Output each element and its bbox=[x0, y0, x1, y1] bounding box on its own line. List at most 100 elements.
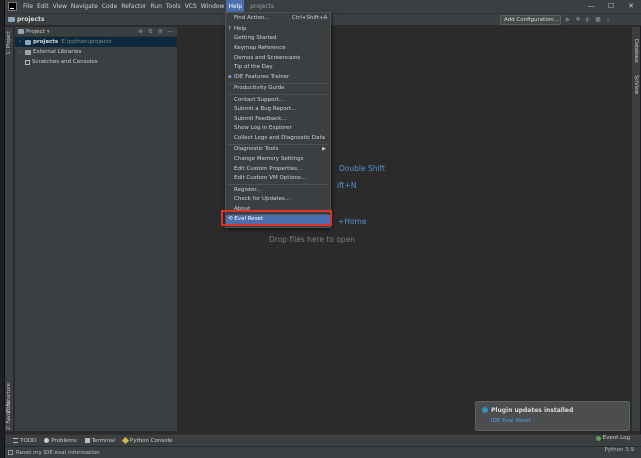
problems-icon bbox=[44, 438, 50, 443]
menu-item-collect-logs[interactable]: Collect Logs and Diagnostic Data bbox=[226, 134, 330, 143]
menu-item-demos[interactable]: Demos and Screencasts bbox=[226, 54, 330, 63]
help-dropdown-menu: Find Action... Ctrl+Shift+A ? Help Getti… bbox=[225, 12, 331, 228]
project-tool-tab[interactable]: 1: Project bbox=[6, 31, 12, 55]
plugin-update-notification: Plugin updates installed IDE Eval Reset bbox=[475, 401, 630, 431]
coverage-icon[interactable]: ◐ bbox=[585, 16, 591, 23]
tree-item-label: External Libraries bbox=[33, 49, 82, 55]
menu-separator bbox=[228, 94, 328, 95]
python-console-tool-button[interactable]: Python Console bbox=[121, 436, 173, 445]
menu-view[interactable]: View bbox=[51, 0, 69, 13]
python-icon bbox=[121, 436, 129, 445]
pycharm-logo-icon bbox=[8, 2, 17, 11]
right-tool-stripe: Database SciView bbox=[631, 27, 640, 431]
debug-icon[interactable]: ✱ bbox=[575, 16, 581, 23]
menu-item-help[interactable]: ? Help bbox=[226, 25, 330, 34]
menu-item-show-log[interactable]: Show Log in Explorer bbox=[226, 124, 330, 133]
info-icon bbox=[482, 407, 488, 413]
python-console-label: Python Console bbox=[129, 437, 173, 444]
library-icon bbox=[25, 49, 31, 55]
navigation-bar-shortcut: +Home bbox=[338, 217, 367, 226]
tree-item-label: Scratches and Consoles bbox=[32, 59, 98, 65]
shortcut-label: Ctrl+Shift+A bbox=[292, 15, 328, 21]
goto-file-shortcut: ift+N bbox=[337, 181, 357, 190]
event-log-label: Event Log bbox=[602, 435, 630, 441]
menu-item-ide-features-trainer[interactable]: ▪ IDE Features Trainer bbox=[226, 73, 330, 82]
menu-item-getting-started[interactable]: Getting Started bbox=[226, 34, 330, 43]
menu-item-find-action[interactable]: Find Action... Ctrl+Shift+A bbox=[226, 14, 330, 23]
sciview-tool-tab[interactable]: SciView bbox=[633, 75, 639, 94]
locate-icon[interactable]: ⊕ bbox=[138, 29, 143, 35]
todo-tool-button[interactable]: TODO bbox=[13, 438, 36, 444]
menu-tools[interactable]: Tools bbox=[164, 0, 183, 13]
scratches-icon bbox=[25, 59, 30, 65]
menu-item-check-updates[interactable]: Check for Updates... bbox=[226, 195, 330, 204]
gear-icon[interactable]: ⚙ bbox=[158, 29, 163, 35]
left-tool-stripe: 1: Project Z: Structure 2: Favorites bbox=[5, 27, 14, 431]
menu-item-register[interactable]: Register... bbox=[226, 186, 330, 195]
menu-file[interactable]: File bbox=[21, 0, 35, 13]
python-interpreter-indicator[interactable]: Python 3.9 bbox=[604, 447, 634, 453]
list-icon bbox=[13, 438, 18, 443]
help-icon: ? bbox=[228, 26, 231, 32]
menu-item-tip-of-the-day[interactable]: Tip of the Day bbox=[226, 63, 330, 72]
menu-item-change-memory[interactable]: Change Memory Settings bbox=[226, 155, 330, 164]
problems-tool-button[interactable]: Problems bbox=[44, 437, 77, 444]
drop-files-hint: Drop files here to open bbox=[269, 235, 356, 244]
add-configuration-button[interactable]: Add Configuration... bbox=[500, 15, 561, 25]
project-view-selector[interactable]: Project bbox=[26, 29, 45, 35]
menu-window[interactable]: Window bbox=[199, 0, 227, 13]
menu-item-edit-vm-options[interactable]: Edit Custom VM Options... bbox=[226, 174, 330, 183]
tree-item-path: E:\python\projects bbox=[61, 39, 112, 45]
favorites-tool-tab[interactable]: 2: Favorites bbox=[6, 401, 12, 430]
todo-label: TODO bbox=[20, 437, 37, 444]
menu-item-submit-bug-report[interactable]: Submit a Bug Report... bbox=[226, 105, 330, 114]
menu-navigate[interactable]: Navigate bbox=[69, 0, 100, 13]
menu-vcs[interactable]: VCS bbox=[183, 0, 199, 13]
trainer-icon: ▪ bbox=[228, 74, 232, 80]
submenu-arrow-icon: ▶ bbox=[322, 146, 326, 152]
tree-item-external-libraries[interactable]: › External Libraries bbox=[15, 47, 177, 57]
notification-title: Plugin updates installed bbox=[491, 407, 574, 414]
menu-run[interactable]: Run bbox=[148, 0, 164, 13]
minimize-button[interactable]: — bbox=[581, 0, 601, 13]
menu-refactor[interactable]: Refactor bbox=[119, 0, 148, 13]
folder-icon bbox=[25, 39, 31, 45]
search-everywhere-shortcut: Double Shift bbox=[339, 164, 386, 173]
status-toggle-icon[interactable] bbox=[8, 450, 13, 455]
close-button[interactable]: ✕ bbox=[621, 0, 641, 13]
menu-code[interactable]: Code bbox=[100, 0, 119, 13]
database-tool-tab[interactable]: Database bbox=[633, 39, 639, 63]
menu-item-contact-support[interactable]: Contact Support... bbox=[226, 96, 330, 105]
menu-item-submit-feedback[interactable]: Submit Feedback... bbox=[226, 115, 330, 124]
status-message: Reset my IDE eval information bbox=[16, 449, 100, 456]
tree-item-scratches[interactable]: Scratches and Consoles bbox=[15, 57, 177, 67]
project-panel: Project ▾ ⊕ ⇅ ⚙ — › projects E:\python\p… bbox=[15, 27, 177, 431]
project-view-icon bbox=[18, 29, 24, 34]
event-log-button[interactable]: Event Log bbox=[595, 435, 630, 441]
event-log-icon bbox=[595, 435, 601, 441]
hide-icon[interactable]: — bbox=[168, 29, 174, 35]
terminal-label: Terminal bbox=[91, 437, 115, 444]
menu-item-diagnostic-tools[interactable]: Diagnostic Tools ▶ bbox=[226, 145, 330, 154]
maximize-button[interactable]: ☐ bbox=[601, 0, 621, 13]
menu-edit[interactable]: Edit bbox=[35, 0, 51, 13]
menu-item-edit-custom-properties[interactable]: Edit Custom Properties... bbox=[226, 165, 330, 174]
terminal-icon bbox=[84, 438, 90, 443]
run-icon[interactable]: ▶ bbox=[565, 16, 571, 23]
stop-icon[interactable]: ■ bbox=[595, 16, 601, 23]
tree-item-projects[interactable]: › projects E:\python\projects bbox=[15, 37, 177, 47]
search-icon[interactable]: ⌕ bbox=[605, 16, 611, 23]
breadcrumb-project[interactable]: projects bbox=[17, 16, 45, 23]
notification-link[interactable]: IDE Eval Reset bbox=[491, 418, 531, 424]
problems-label: Problems bbox=[51, 437, 77, 444]
menu-separator bbox=[228, 184, 328, 185]
run-toolbar: ▶ ✱ ◐ ■ ⌕ bbox=[565, 16, 611, 23]
panel-header-actions: ⊕ ⇅ ⚙ — bbox=[138, 29, 177, 35]
tree-item-label: projects bbox=[33, 39, 59, 45]
menu-item-productivity-guide[interactable]: Productivity Guide bbox=[226, 84, 330, 93]
chevron-down-icon[interactable]: ▾ bbox=[47, 29, 50, 35]
terminal-tool-button[interactable]: Terminal bbox=[84, 437, 115, 444]
status-bar: Reset my IDE eval information bbox=[5, 446, 641, 458]
menu-item-keymap-reference[interactable]: Keymap Reference bbox=[226, 44, 330, 53]
collapse-all-icon[interactable]: ⇅ bbox=[148, 29, 153, 35]
